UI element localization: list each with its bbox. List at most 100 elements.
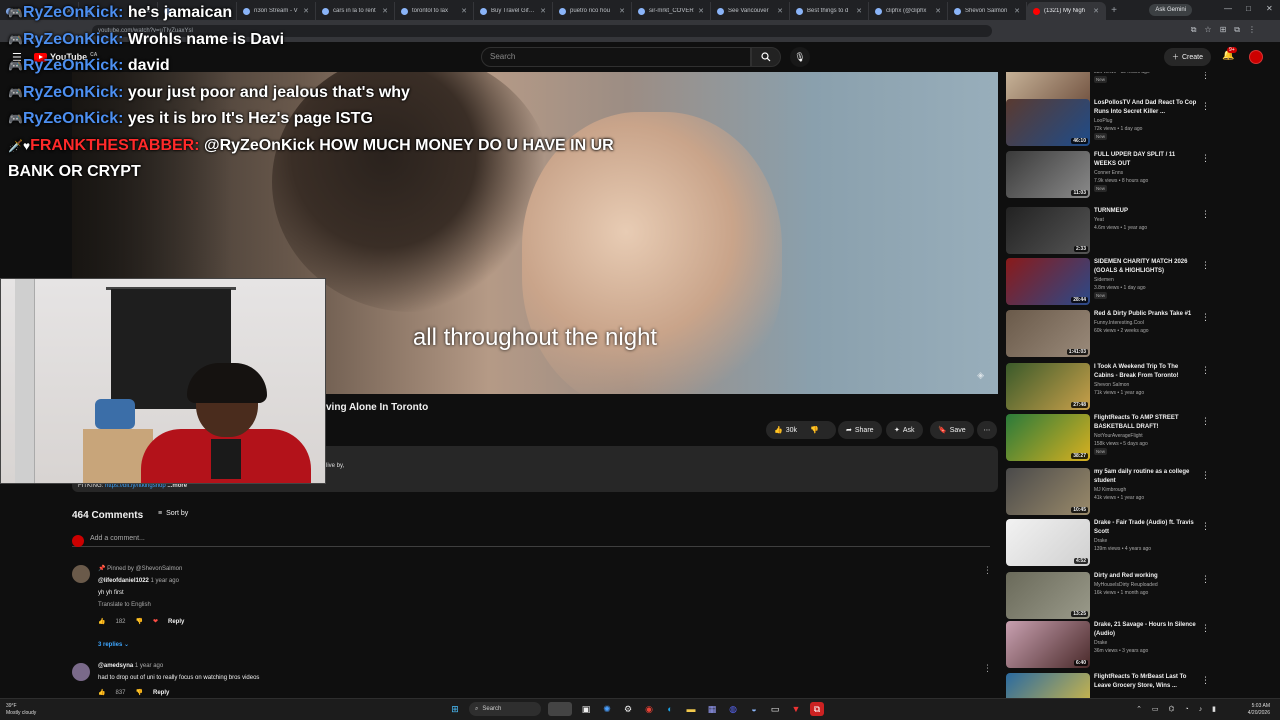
store-icon[interactable]: ▦ — [705, 702, 719, 716]
task-view-icon[interactable]: ▣ — [579, 702, 593, 716]
edge-icon[interactable]: ◐ — [663, 702, 677, 716]
video-title[interactable]: Drake - Fair Trade (Audio) ft. Travis Sc… — [1094, 519, 1198, 537]
recommended-video[interactable]: 38:27 FlightReacts To AMP STREET BASKETBA… — [1004, 414, 1210, 464]
voice-search-button[interactable]: 🎙 — [790, 47, 810, 67]
video-thumbnail[interactable]: 1:41:03 — [1006, 310, 1090, 357]
search-button[interactable] — [751, 47, 781, 67]
video-title[interactable]: FlightReacts To AMP STREET BASKETBALL DR… — [1094, 414, 1198, 432]
comment-more-icon[interactable]: ⋮ — [983, 565, 992, 576]
video-menu-icon[interactable]: ⋮ — [1201, 623, 1210, 634]
video-title[interactable]: FlightReacts To MrBeast Last To Leave Gr… — [1094, 673, 1198, 691]
video-thumbnail[interactable]: 2:33 — [1006, 207, 1090, 254]
comment-handle[interactable]: @lifeofdaniel1022 — [98, 578, 149, 584]
chrome-icon[interactable]: ◉ — [642, 702, 656, 716]
video-title[interactable]: Dirty and Red working — [1094, 572, 1198, 581]
channel-name[interactable]: MJ Kimbrough — [1094, 486, 1198, 494]
browser-tab[interactable]: See Vancouver ✕ — [711, 2, 790, 20]
add-comment-input[interactable]: Add a comment... — [72, 535, 990, 547]
weather-widget[interactable]: 39°F Mostly cloudy — [6, 703, 36, 717]
comment-like-icon[interactable]: 👍 — [98, 618, 105, 625]
tab-close-icon[interactable]: ✕ — [1014, 7, 1020, 15]
comment-dislike-icon[interactable]: 👎 — [136, 689, 143, 696]
recommended-video[interactable]: 46:10 LosPollosTV And Dad React To Cop Ru… — [1004, 99, 1210, 149]
browser-tab[interactable]: (1321) My Nigh ✕ — [1027, 2, 1106, 20]
comment-time[interactable]: 1 year ago — [151, 578, 179, 584]
video-menu-icon[interactable]: ⋮ — [1201, 365, 1210, 376]
recommended-video[interactable]: 4:52 Drake - Fair Trade (Audio) ft. Travi… — [1004, 519, 1210, 569]
recommended-video[interactable]: FlightReacts To MrBeast Last To Leave Gr… — [1004, 673, 1210, 698]
view-replies-button[interactable]: 3 replies ⌄ — [98, 641, 129, 648]
channel-name[interactable]: NotYourAverageFlight — [1094, 432, 1198, 440]
account-avatar[interactable] — [1249, 50, 1263, 64]
close-window-icon[interactable]: ✕ — [1266, 4, 1273, 13]
video-menu-icon[interactable]: ⋮ — [1201, 521, 1210, 532]
recommended-video[interactable]: 10:45 my 5am daily routine as a college s… — [1004, 468, 1210, 518]
video-menu-icon[interactable]: ⋮ — [1201, 72, 1210, 81]
app-icon-4[interactable]: ⧉ — [810, 702, 824, 716]
maximize-icon[interactable]: □ — [1246, 4, 1251, 13]
browser-tab[interactable]: cliphx (@cliphx ✕ — [869, 2, 948, 20]
ask-gemini-button[interactable]: Ask Gemini — [1149, 4, 1192, 16]
translate-link[interactable]: Translate to English — [98, 602, 151, 608]
recommended-video[interactable]: 13:25 Dirty and Red working MyHouseIsDirty… — [1004, 572, 1210, 622]
video-thumbnail[interactable]: 4:52 — [1006, 519, 1090, 566]
channel-name[interactable]: Funny.Interesting.Cool — [1094, 319, 1198, 327]
more-actions-button[interactable]: ⋯ — [977, 421, 997, 439]
video-thumbnail[interactable] — [1006, 673, 1090, 698]
video-menu-icon[interactable]: ⋮ — [1201, 574, 1210, 585]
widget-icon[interactable] — [548, 702, 572, 716]
video-menu-icon[interactable]: ⋮ — [1201, 470, 1210, 481]
video-thumbnail[interactable]: 13:25 — [1006, 572, 1090, 619]
create-button[interactable]: ＋ Create — [1164, 48, 1212, 66]
clock[interactable]: 5:03 AM 4/20/2026 — [1248, 703, 1270, 717]
video-menu-icon[interactable]: ⋮ — [1201, 101, 1210, 112]
video-menu-icon[interactable]: ⋮ — [1201, 312, 1210, 323]
like-dislike-group[interactable]: 👍 30k 👎 — [766, 421, 836, 439]
system-tray-icons[interactable]: ⌃ ▭ ⌬ ◔ ♪ ▮ — [1136, 705, 1220, 713]
recommended-video[interactable]: 27:48 I Took A Weekend Trip To The Cabins… — [1004, 363, 1210, 413]
taskbar-search[interactable]: ⌕ Search — [469, 702, 541, 716]
video-title[interactable]: SIDEMEN CHARITY MATCH 2026 (GOALS & HIGH… — [1094, 258, 1198, 276]
video-menu-icon[interactable]: ⋮ — [1201, 260, 1210, 271]
reply-button[interactable]: Reply — [153, 690, 169, 696]
video-menu-icon[interactable]: ⋮ — [1201, 209, 1210, 220]
copilot-icon[interactable]: ✺ — [600, 702, 614, 716]
video-title[interactable]: FULL UPPER DAY SPLIT / 11 WEEKS OUT — [1094, 151, 1198, 169]
browser-tab[interactable]: Best things to d ✕ — [790, 2, 869, 20]
comment-time[interactable]: 1 year ago — [135, 663, 163, 669]
channel-name[interactable]: Yeat — [1094, 216, 1198, 224]
channel-name[interactable]: MyHouseIsDirty Reuploaded — [1094, 581, 1198, 589]
video-title[interactable]: I Took A Weekend Trip To The Cabins - Br… — [1094, 363, 1198, 381]
recommended-video[interactable]: 6:40 Drake, 21 Savage - Hours In Silence … — [1004, 621, 1210, 671]
comment-dislike-icon[interactable]: 👎 — [136, 618, 143, 625]
video-title[interactable]: Red & Dirty Public Pranks Take #1 — [1094, 310, 1198, 319]
tab-close-icon[interactable]: ✕ — [1093, 7, 1099, 15]
app-icon-2[interactable]: ▭ — [768, 702, 782, 716]
windows-start-icon[interactable]: ⊞ — [448, 702, 462, 716]
channel-name[interactable]: Conner Enns — [1094, 169, 1198, 177]
recommended-video[interactable]: 11:03 FULL UPPER DAY SPLIT / 11 WEEKS OUT… — [1004, 151, 1210, 201]
sort-comments-button[interactable]: ≡ Sort by — [158, 510, 188, 517]
channel-name[interactable]: Drake — [1094, 537, 1198, 545]
channel-name[interactable]: LooPlug — [1094, 117, 1198, 125]
video-thumbnail[interactable]: 38:27 — [1006, 414, 1090, 461]
video-thumbnail[interactable]: 11:03 — [1006, 151, 1090, 198]
tab-close-icon[interactable]: ✕ — [777, 7, 783, 15]
file-explorer-icon[interactable]: ▬ — [684, 702, 698, 716]
ask-button[interactable]: ✦ Ask — [886, 421, 923, 439]
new-tab-icon[interactable]: + — [1106, 5, 1122, 16]
video-thumbnail[interactable]: 28:44 — [1006, 258, 1090, 305]
video-title[interactable]: LosPollosTV And Dad React To Cop Runs In… — [1094, 99, 1198, 117]
video-menu-icon[interactable]: ⋮ — [1201, 675, 1210, 686]
tab-close-icon[interactable]: ✕ — [935, 7, 941, 15]
video-thumbnail[interactable]: 46:10 — [1006, 99, 1090, 146]
reply-button[interactable]: Reply — [168, 619, 184, 625]
discord-icon[interactable]: ◍ — [726, 702, 740, 716]
minimize-icon[interactable]: — — [1224, 4, 1232, 13]
channel-name[interactable]: Shevon Salmon — [1094, 381, 1198, 389]
recommended-video[interactable]: 1:41:03 Red & Dirty Public Pranks Take #1… — [1004, 310, 1210, 360]
commenter-avatar[interactable] — [72, 663, 90, 681]
tab-close-icon[interactable]: ✕ — [856, 7, 862, 15]
video-thumbnail[interactable]: 27:48 — [1006, 363, 1090, 410]
commenter-avatar[interactable] — [72, 565, 90, 583]
